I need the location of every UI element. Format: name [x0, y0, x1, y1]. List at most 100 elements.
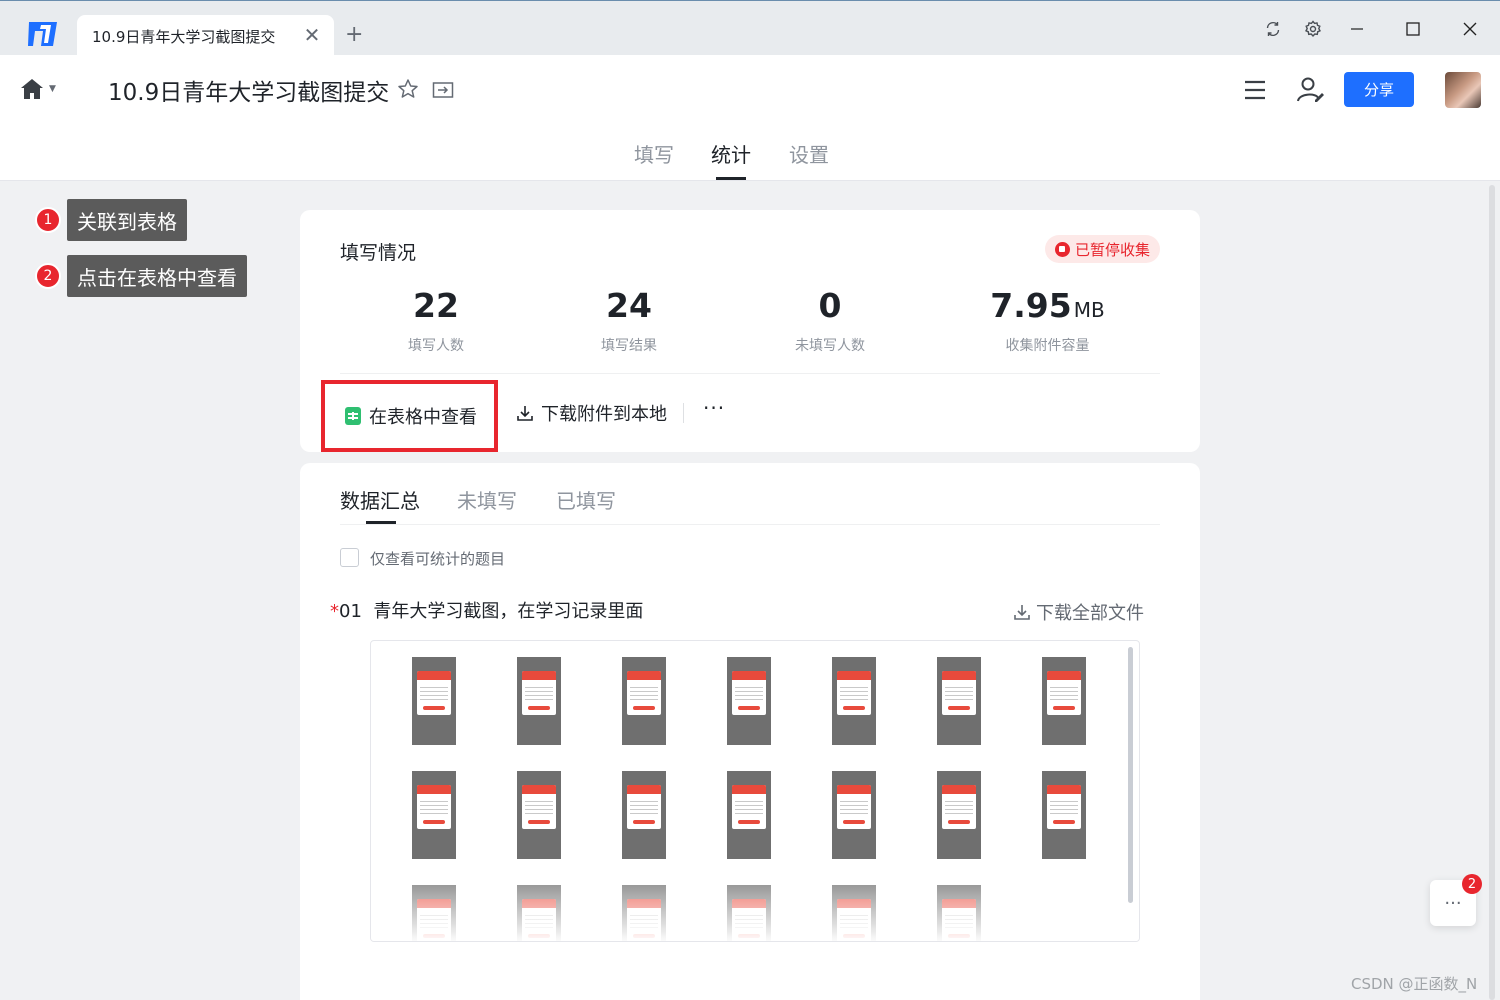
thumbnail-part [1047, 671, 1081, 680]
view-in-sheet-label: 在表格中查看 [369, 407, 477, 428]
download-icon [517, 406, 533, 421]
download-attachments-label: 下载附件到本地 [541, 404, 667, 425]
attachment-thumbnail[interactable] [937, 649, 981, 745]
floating-more-button[interactable]: ··· 2 [1430, 874, 1482, 926]
thumbnail-part [627, 671, 661, 680]
move-to-folder-icon[interactable] [432, 81, 454, 99]
attachment-thumbnail[interactable] [622, 763, 666, 859]
thumbnail-part [843, 820, 865, 824]
home-button[interactable]: ▼ [20, 78, 56, 100]
watermark: CSDN @正函数_N [1351, 975, 1478, 993]
thumbnail-part [522, 671, 556, 680]
tab-filled[interactable]: 已填写 [556, 485, 616, 514]
attachment-thumbnail[interactable] [622, 649, 666, 745]
more-button[interactable]: ··· [703, 396, 725, 420]
thumbnail-part [417, 671, 451, 680]
stats-only-checkbox[interactable] [340, 548, 359, 567]
required-mark: * [330, 601, 339, 622]
attachment-thumbnail[interactable] [1042, 763, 1086, 859]
attachment-thumbnail[interactable] [517, 763, 561, 859]
tab-data-summary[interactable]: 数据汇总 [340, 485, 420, 514]
thumbnail-part [420, 798, 448, 816]
thumbnail-part [622, 763, 666, 771]
thumbnail-part [942, 785, 976, 794]
thumbnail-part [738, 820, 760, 824]
new-tab-button[interactable]: + [345, 23, 363, 47]
thumbnail-part [528, 706, 550, 710]
thumbnail-part [735, 798, 763, 816]
thumbnail-part [420, 684, 448, 702]
document-tab[interactable]: 10.9日青年大学习截图提交 ✕ [77, 15, 334, 57]
stat-value: 22 [413, 286, 459, 325]
maximize-icon[interactable] [1399, 15, 1427, 43]
gallery-fade [371, 861, 1139, 941]
tab-settings[interactable]: 设置 [789, 139, 829, 168]
thumbnail-part [528, 820, 550, 824]
star-icon[interactable] [397, 78, 419, 100]
question-number: 01 [339, 601, 362, 622]
stat-results: 24 填写结果 [589, 286, 669, 355]
tab-fill[interactable]: 填写 [634, 139, 674, 168]
thumbnail-part [832, 763, 876, 771]
attachment-thumbnail[interactable] [727, 649, 771, 745]
status-text: 已暂停收集 [1074, 240, 1150, 259]
stat-not-filled: 0 未填写人数 [780, 286, 880, 355]
thumbnail-part [1042, 649, 1086, 657]
page-scrollbar[interactable] [1489, 185, 1495, 1000]
thumbnail-part [525, 684, 553, 702]
attachment-thumbnail[interactable] [727, 763, 771, 859]
annotation-number: 1 [35, 207, 61, 233]
caret-down-icon[interactable]: ▼ [49, 84, 56, 94]
download-attachments-button[interactable]: 下载附件到本地 [515, 400, 667, 426]
thumbnail-part [942, 671, 976, 680]
thumbnail-part [417, 785, 451, 794]
menu-icon[interactable] [1243, 79, 1267, 101]
window-close-icon[interactable] [1456, 15, 1484, 43]
thumbnail-part [412, 763, 456, 771]
thumbnail-part [423, 706, 445, 710]
view-in-sheet-button[interactable]: 在表格中查看 [321, 380, 498, 452]
sync-icon[interactable] [1259, 15, 1287, 43]
tab-title: 10.9日青年大学习截图提交 [92, 27, 276, 46]
gear-icon[interactable] [1299, 15, 1327, 43]
attachment-gallery [370, 640, 1140, 942]
stat-value: 0 [818, 286, 842, 325]
minimize-icon[interactable] [1343, 15, 1371, 43]
thumbnail-part [525, 798, 553, 816]
stat-number: 7.95 [990, 286, 1072, 325]
app-logo-icon[interactable] [26, 19, 60, 49]
thumbnail-part [423, 820, 445, 824]
tab-statistics[interactable]: 统计 [711, 139, 751, 168]
avatar[interactable] [1445, 72, 1481, 108]
thumbnail-part [522, 785, 556, 794]
thumbnail-part [843, 706, 865, 710]
thumbnail-part [945, 684, 973, 702]
attachment-thumbnail[interactable] [832, 763, 876, 859]
share-button[interactable]: 分享 [1344, 72, 1414, 107]
thumbnail-part [630, 684, 658, 702]
status-badge: 已暂停收集 [1044, 235, 1160, 263]
attachment-thumbnail[interactable] [832, 649, 876, 745]
download-all-button[interactable]: 下载全部文件 [1012, 599, 1144, 625]
annotation-label: 关联到表格 [67, 199, 187, 241]
collaborator-icon[interactable] [1296, 76, 1326, 104]
attachment-thumbnail[interactable] [1042, 649, 1086, 745]
download-icon [1014, 605, 1030, 620]
tab-not-filled[interactable]: 未填写 [457, 485, 517, 514]
thumbnail-part [633, 820, 655, 824]
attachment-thumbnail[interactable] [517, 649, 561, 745]
thumbnail-part [948, 706, 970, 710]
stats-only-label: 仅查看可统计的题目 [370, 550, 506, 568]
attachment-thumbnail[interactable] [412, 763, 456, 859]
scrollbar[interactable] [1128, 647, 1133, 903]
annotation-1: 1 关联到表格 [35, 199, 187, 241]
thumbnail-part [937, 763, 981, 771]
thumbnail-part [948, 820, 970, 824]
attachment-thumbnail[interactable] [937, 763, 981, 859]
thumbnail-part [1042, 763, 1086, 771]
thumbnail-part [627, 785, 661, 794]
tab-close-icon[interactable]: ✕ [302, 25, 322, 45]
download-all-label: 下载全部文件 [1036, 603, 1144, 624]
attachment-thumbnail[interactable] [412, 649, 456, 745]
divider [340, 524, 1160, 525]
